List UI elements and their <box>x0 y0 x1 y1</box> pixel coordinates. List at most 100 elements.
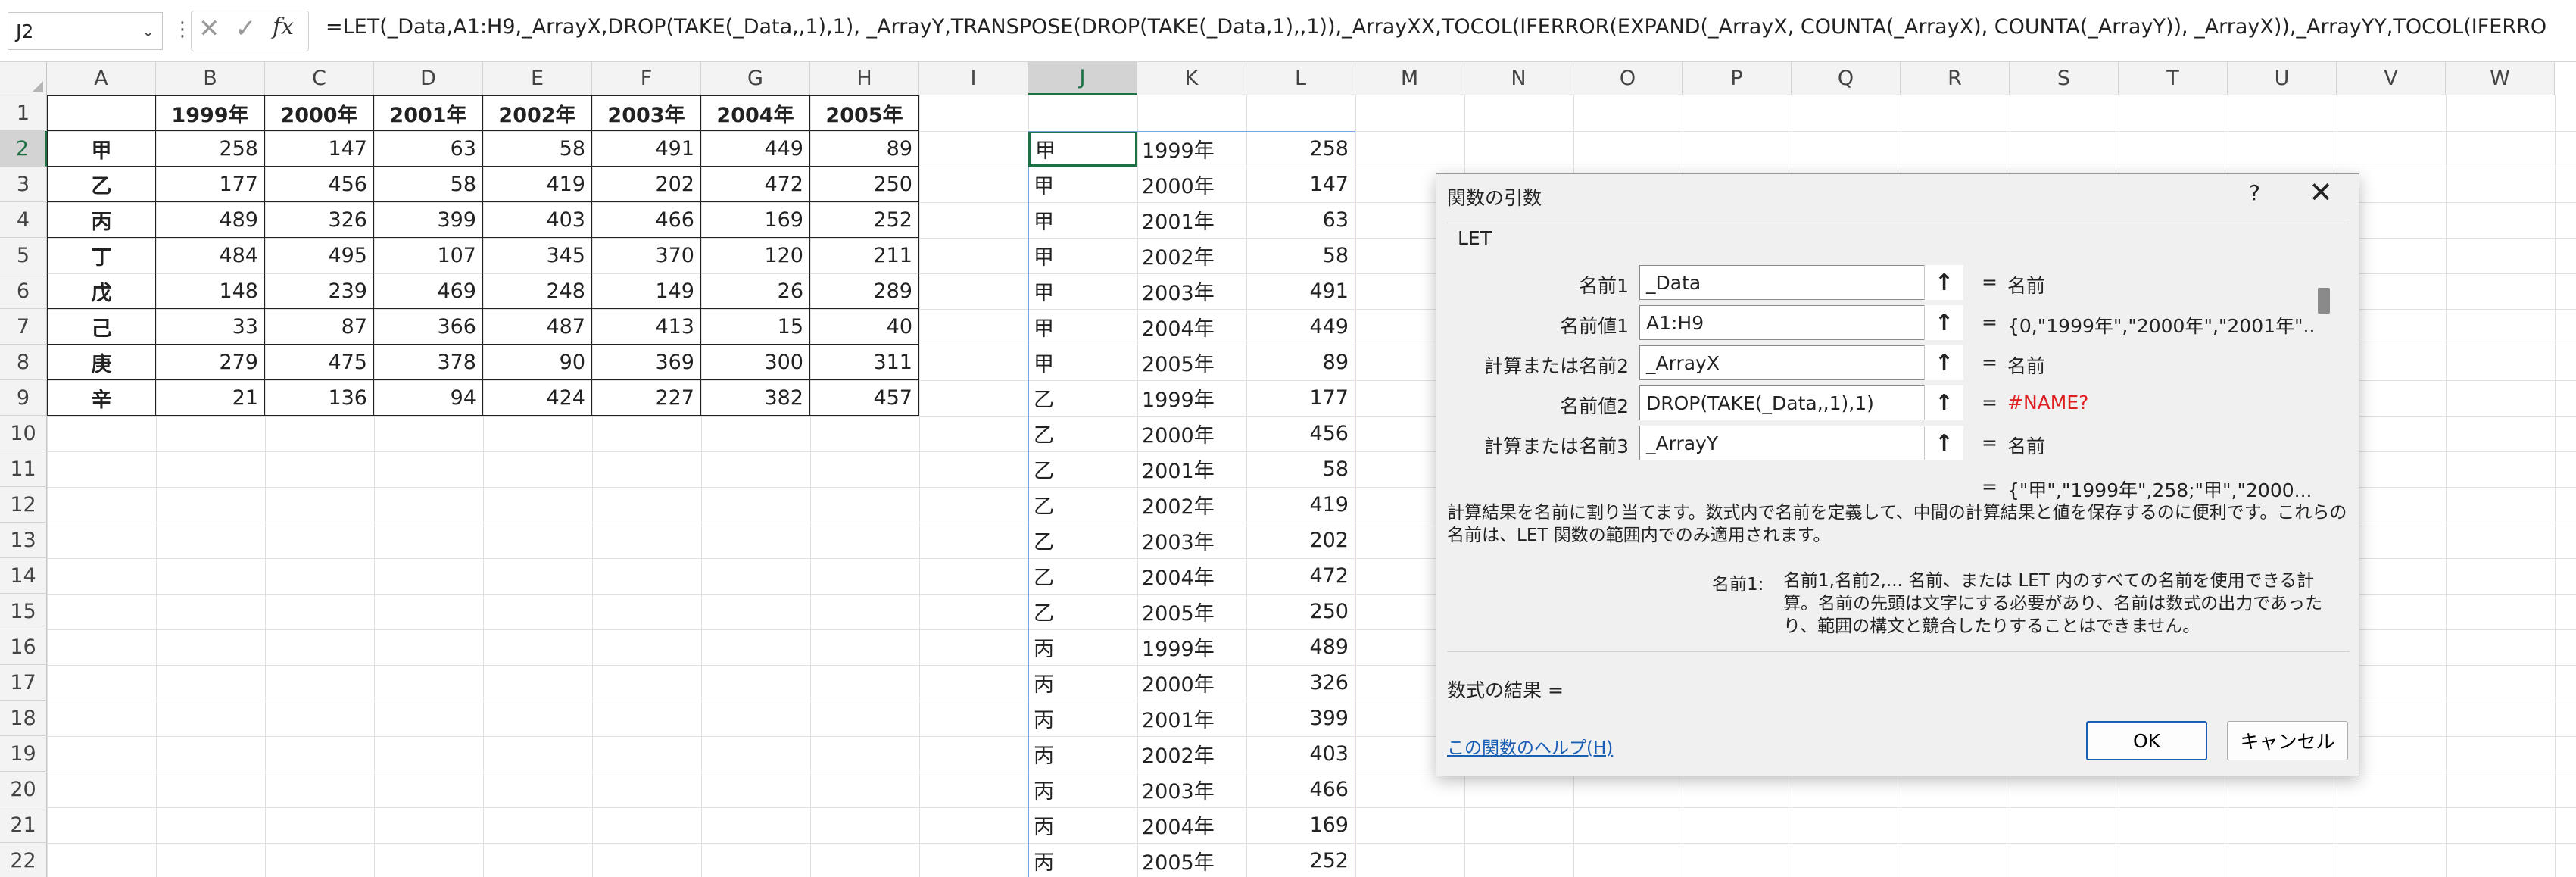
table-cell[interactable]: 227 <box>592 380 701 416</box>
row-header-8[interactable]: 8 <box>0 345 47 380</box>
range-select-icon[interactable]: ↑ <box>1924 305 1963 340</box>
table-cell[interactable]: 149 <box>592 273 701 309</box>
table-cell[interactable]: 382 <box>701 380 810 416</box>
column-header-v[interactable]: V <box>2337 62 2446 95</box>
table-cell[interactable]: 413 <box>592 309 701 345</box>
table-cell[interactable]: 495 <box>265 238 374 273</box>
column-header-j[interactable]: J <box>1028 62 1137 95</box>
spill-value-cell[interactable]: 449 <box>1246 309 1355 345</box>
spill-name-cell[interactable]: 甲 <box>1028 131 1137 167</box>
table-cell[interactable]: 177 <box>156 167 265 202</box>
table-cell[interactable]: 403 <box>483 202 592 238</box>
spill-year-cell[interactable]: 2001年 <box>1137 701 1246 736</box>
table-cell[interactable]: 248 <box>483 273 592 309</box>
table-cell[interactable]: 94 <box>374 380 483 416</box>
spill-year-cell[interactable]: 2004年 <box>1137 807 1246 843</box>
argument-input[interactable]: A1:H9 <box>1639 305 1963 340</box>
column-header-n[interactable]: N <box>1464 62 1573 95</box>
spill-year-cell[interactable]: 2004年 <box>1137 309 1246 345</box>
spill-year-cell[interactable]: 2005年 <box>1137 345 1246 380</box>
arguments-scrollbar[interactable] <box>2313 265 2341 456</box>
table-cell[interactable]: 89 <box>810 131 919 167</box>
function-arguments-dialog[interactable]: 関数の引数 ? ✕ LET 名前1 _Data ↑ = 名前 名前値1 A1:H9 ↑ = {0,… <box>1436 173 2359 776</box>
table-cell[interactable]: 491 <box>592 131 701 167</box>
row-header-22[interactable]: 22 <box>0 843 47 877</box>
spill-year-cell[interactable]: 2000年 <box>1137 665 1246 701</box>
table-cell[interactable]: 489 <box>156 202 265 238</box>
spill-name-cell[interactable]: 丙 <box>1028 807 1137 843</box>
table-corner-cell[interactable] <box>47 95 156 131</box>
table-row-label[interactable]: 甲 <box>47 131 156 167</box>
table-row-label[interactable]: 丙 <box>47 202 156 238</box>
table-header-cell[interactable]: 2003年 <box>592 95 701 131</box>
table-row-label[interactable]: 丁 <box>47 238 156 273</box>
name-box[interactable]: J2 ⌄ <box>8 12 163 50</box>
spill-year-cell[interactable]: 2004年 <box>1137 558 1246 594</box>
table-cell[interactable]: 147 <box>265 131 374 167</box>
spill-value-cell[interactable]: 456 <box>1246 416 1355 451</box>
row-header-1[interactable]: 1 <box>0 95 47 131</box>
chevron-down-icon[interactable]: ⌄ <box>142 22 154 40</box>
spill-value-cell[interactable]: 491 <box>1246 273 1355 309</box>
table-cell[interactable]: 169 <box>701 202 810 238</box>
spill-year-cell[interactable]: 2005年 <box>1137 843 1246 877</box>
spill-value-cell[interactable]: 169 <box>1246 807 1355 843</box>
column-header-c[interactable]: C <box>265 62 374 95</box>
spill-value-cell[interactable]: 58 <box>1246 451 1355 487</box>
column-header-i[interactable]: I <box>919 62 1028 95</box>
spill-name-cell[interactable]: 乙 <box>1028 380 1137 416</box>
spill-value-cell[interactable]: 326 <box>1246 665 1355 701</box>
table-row-label[interactable]: 戊 <box>47 273 156 309</box>
column-header-f[interactable]: F <box>592 62 701 95</box>
range-select-icon[interactable]: ↑ <box>1924 385 1963 420</box>
table-cell[interactable]: 366 <box>374 309 483 345</box>
formula-input[interactable]: =LET(_Data,A1:H9,_ArrayX,DROP(TAKE(_Data… <box>326 15 2576 48</box>
table-header-cell[interactable]: 2005年 <box>810 95 919 131</box>
spill-value-cell[interactable]: 250 <box>1246 594 1355 629</box>
scrollbar-thumb[interactable] <box>2318 288 2330 314</box>
table-row-label[interactable]: 庚 <box>47 345 156 380</box>
spill-year-cell[interactable]: 2002年 <box>1137 736 1246 772</box>
column-header-w[interactable]: W <box>2446 62 2555 95</box>
column-header-p[interactable]: P <box>1683 62 1792 95</box>
table-cell[interactable]: 258 <box>156 131 265 167</box>
row-header-9[interactable]: 9 <box>0 380 47 416</box>
row-header-19[interactable]: 19 <box>0 736 47 772</box>
column-header-k[interactable]: K <box>1137 62 1246 95</box>
table-header-cell[interactable]: 2002年 <box>483 95 592 131</box>
column-header-a[interactable]: A <box>47 62 156 95</box>
table-cell[interactable]: 250 <box>810 167 919 202</box>
ok-button[interactable]: OK <box>2086 721 2207 760</box>
column-header-h[interactable]: H <box>810 62 919 95</box>
column-header-g[interactable]: G <box>701 62 810 95</box>
row-header-15[interactable]: 15 <box>0 594 47 629</box>
table-cell[interactable]: 378 <box>374 345 483 380</box>
close-icon[interactable]: ✕ <box>2309 176 2333 209</box>
row-header-5[interactable]: 5 <box>0 238 47 273</box>
table-cell[interactable]: 40 <box>810 309 919 345</box>
table-cell[interactable]: 107 <box>374 238 483 273</box>
table-cell[interactable]: 63 <box>374 131 483 167</box>
check-icon[interactable]: ✓ <box>235 14 257 44</box>
help-icon[interactable]: ? <box>2249 180 2260 205</box>
table-cell[interactable]: 148 <box>156 273 265 309</box>
table-cell[interactable]: 311 <box>810 345 919 380</box>
cancel-button[interactable]: キャンセル <box>2227 721 2348 760</box>
spill-name-cell[interactable]: 甲 <box>1028 309 1137 345</box>
row-header-18[interactable]: 18 <box>0 701 47 736</box>
row-header-11[interactable]: 11 <box>0 451 47 487</box>
row-header-3[interactable]: 3 <box>0 167 47 202</box>
row-header-12[interactable]: 12 <box>0 487 47 523</box>
row-header-20[interactable]: 20 <box>0 772 47 807</box>
table-header-cell[interactable]: 2004年 <box>701 95 810 131</box>
spill-year-cell[interactable]: 2001年 <box>1137 451 1246 487</box>
column-header-b[interactable]: B <box>156 62 265 95</box>
row-header-13[interactable]: 13 <box>0 523 47 558</box>
spill-year-cell[interactable]: 2002年 <box>1137 238 1246 273</box>
spill-year-cell[interactable]: 2003年 <box>1137 772 1246 807</box>
spill-year-cell[interactable]: 1999年 <box>1137 629 1246 665</box>
row-header-7[interactable]: 7 <box>0 309 47 345</box>
cancel-icon[interactable]: ✕ <box>198 14 220 44</box>
spill-year-cell[interactable]: 2003年 <box>1137 523 1246 558</box>
column-header-m[interactable]: M <box>1355 62 1464 95</box>
